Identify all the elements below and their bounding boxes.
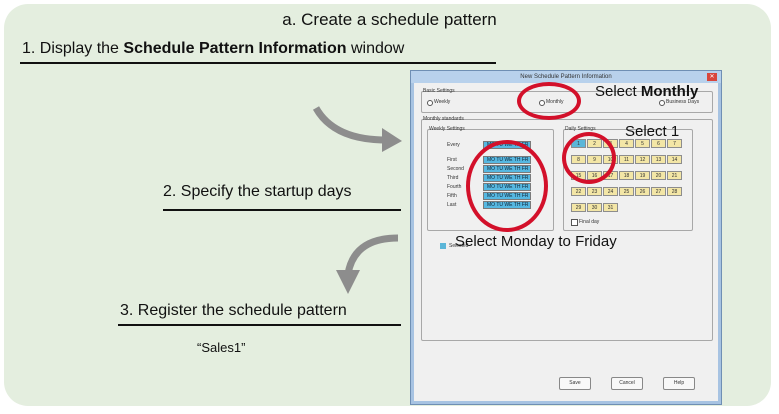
- step-3-note: “Sales1”: [197, 340, 246, 355]
- row-label: First: [447, 157, 457, 163]
- row-label: Every: [447, 142, 460, 148]
- arrow-down-icon: [336, 234, 399, 294]
- row-label: Fifth: [447, 193, 457, 199]
- arrow-right-icon: [312, 106, 402, 152]
- step-3-underline: [118, 324, 401, 326]
- calendar-day[interactable]: 29: [571, 203, 586, 212]
- radio-weekly-label: Weekly: [434, 99, 451, 105]
- monthly-standards-label: Monthly standards: [423, 116, 464, 122]
- highlight-ring-weekdays: [466, 140, 548, 232]
- calendar-day[interactable]: 30: [587, 203, 602, 212]
- window-titlebar: New Schedule Pattern Information: [411, 71, 721, 83]
- calendar-day[interactable]: 11: [619, 155, 634, 164]
- selected-legend-swatch: [440, 243, 446, 249]
- calendar-day[interactable]: 13: [651, 155, 666, 164]
- step-3-text: 3. Register the schedule pattern: [120, 302, 347, 319]
- callout-select-one: Select 1: [625, 123, 680, 140]
- row-label: Second: [447, 166, 464, 172]
- cancel-button[interactable]: Cancel: [611, 377, 643, 390]
- calendar-day[interactable]: 28: [667, 187, 682, 196]
- radio-weekly[interactable]: [427, 100, 433, 106]
- help-button[interactable]: Help: [663, 377, 695, 390]
- calendar-day[interactable]: 18: [619, 171, 634, 180]
- highlight-ring-monthly: [517, 82, 581, 120]
- step-2-underline: [163, 209, 401, 211]
- calendar-day[interactable]: 6: [651, 139, 666, 148]
- step-1-underline: [20, 62, 496, 64]
- weekly-settings-label: Weekly Settings: [429, 126, 465, 132]
- close-icon[interactable]: ✕: [707, 73, 717, 81]
- final-day-label: Final day: [579, 219, 600, 225]
- calendar-day[interactable]: 21: [667, 171, 682, 180]
- calendar-day[interactable]: 25: [619, 187, 634, 196]
- highlight-ring-day-one: [562, 132, 616, 184]
- calendar-day[interactable]: 14: [667, 155, 682, 164]
- callout-select-monthly: Select Monthly: [595, 83, 699, 100]
- calendar-day[interactable]: 23: [587, 187, 602, 196]
- final-day-checkbox[interactable]: [571, 219, 578, 226]
- calendar-day[interactable]: 4: [619, 139, 634, 148]
- calendar-day[interactable]: 22: [571, 187, 586, 196]
- calendar-day[interactable]: 24: [603, 187, 618, 196]
- page-heading: a. Create a schedule pattern: [282, 10, 497, 29]
- radio-business-days[interactable]: [659, 100, 665, 106]
- calendar-day[interactable]: 26: [635, 187, 650, 196]
- calendar-day[interactable]: 19: [635, 171, 650, 180]
- row-label: Last: [447, 202, 457, 208]
- row-label: Fourth: [447, 184, 462, 190]
- calendar-day[interactable]: 20: [651, 171, 666, 180]
- calendar-day[interactable]: 27: [651, 187, 666, 196]
- step-2-text: 2. Specify the startup days: [163, 183, 352, 200]
- calendar-day[interactable]: 12: [635, 155, 650, 164]
- callout-select-mon-fri: Select Monday to Friday: [455, 233, 617, 250]
- basic-settings-label: Basic Settings: [423, 88, 455, 94]
- step-1-text: 1. Display the Schedule Pattern Informat…: [22, 40, 405, 57]
- calendar-day[interactable]: 31: [603, 203, 618, 212]
- calendar-day[interactable]: 7: [667, 139, 682, 148]
- save-button[interactable]: Save: [559, 377, 591, 390]
- calendar-day[interactable]: 5: [635, 139, 650, 148]
- row-label: Third: [447, 175, 459, 181]
